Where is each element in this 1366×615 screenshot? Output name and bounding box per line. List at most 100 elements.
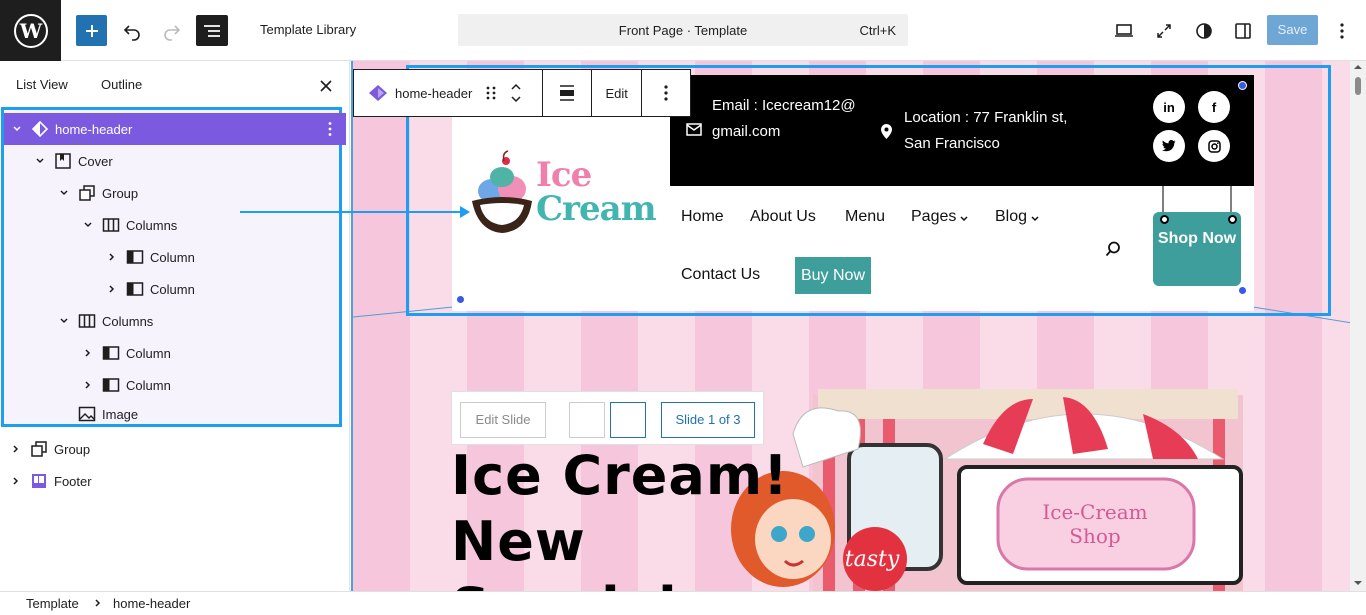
tree-item-label: Group <box>102 185 139 201</box>
command-palette-bar[interactable]: Front Page · Template Ctrl+K <box>458 14 908 46</box>
chevron-down-icon[interactable] <box>56 185 72 201</box>
hero-heading: Ice Cream! New Special <box>451 443 789 591</box>
align-button[interactable] <box>543 70 593 116</box>
add-block-button[interactable] <box>76 15 107 46</box>
linkedin-link[interactable]: in <box>1153 91 1185 123</box>
slide-counter[interactable]: Slide 1 of 3 <box>661 402 755 438</box>
ice-cream-bowl-icon <box>472 150 532 233</box>
template-library-title[interactable]: Template Library <box>260 22 356 37</box>
tree-item-group[interactable]: Group <box>0 433 346 465</box>
resize-handle[interactable] <box>1238 286 1247 295</box>
search-icon <box>1105 241 1120 257</box>
columns-icon <box>102 216 120 234</box>
twitter-link[interactable] <box>1153 130 1185 162</box>
search-button[interactable] <box>1105 241 1121 257</box>
envelope-icon <box>686 123 702 136</box>
styles-button[interactable] <box>1190 15 1218 46</box>
tab-list-view[interactable]: List View <box>16 77 68 92</box>
instagram-link[interactable] <box>1198 130 1230 162</box>
chevron-right-icon[interactable] <box>80 345 96 361</box>
tree-item-column[interactable]: Column <box>0 369 346 401</box>
previous-slide-button[interactable] <box>569 402 605 438</box>
close-icon <box>320 80 332 92</box>
chevron-down-icon[interactable] <box>56 313 72 329</box>
tree-item-footer[interactable]: Footer <box>0 465 346 497</box>
edit-template-part-button[interactable]: Edit <box>592 70 643 116</box>
fullscreen-button[interactable] <box>1150 15 1178 46</box>
tree-item-label: Group <box>54 441 91 457</box>
tree-item-label: Columns <box>126 217 178 233</box>
options-button[interactable] <box>1330 15 1354 46</box>
next-slide-button[interactable] <box>610 402 646 438</box>
scroll-up-icon[interactable] <box>1350 61 1366 73</box>
edit-slide-button[interactable]: Edit Slide <box>460 402 546 438</box>
cover-icon <box>54 152 72 170</box>
document-overview-button[interactable] <box>196 15 228 46</box>
nav-menu[interactable]: Menu <box>845 208 885 226</box>
save-button[interactable]: Save <box>1267 15 1318 45</box>
shop-sign-line2: Shop <box>1069 524 1120 548</box>
annotation-arrow <box>240 206 470 218</box>
tree-item-column[interactable]: Column <box>0 273 346 305</box>
settings-sidebar-button[interactable] <box>1229 15 1257 46</box>
close-list-view-button[interactable] <box>316 76 336 96</box>
connector-dot <box>1160 215 1169 224</box>
contact-location: Location : 77 Franklin st, San Francisco <box>904 109 1068 152</box>
tree-item-column[interactable]: Column <box>0 241 346 273</box>
chevron-right-icon[interactable] <box>8 441 24 457</box>
chevron-down-icon[interactable] <box>32 153 48 169</box>
plus-icon <box>85 24 98 37</box>
twitter-icon <box>1162 140 1176 152</box>
nav-home[interactable]: Home <box>681 208 724 226</box>
block-options-button[interactable] <box>642 70 690 116</box>
block-switcher[interactable]: home-header <box>354 70 544 116</box>
tree-item-image[interactable]: Image <box>0 401 346 427</box>
chevron-right-icon[interactable] <box>80 377 96 393</box>
scroll-down-icon[interactable] <box>1350 577 1366 589</box>
canvas-scrollbar[interactable] <box>1350 61 1366 591</box>
instagram-icon <box>1207 139 1221 153</box>
chevron-down-icon[interactable] <box>9 121 25 137</box>
nav-about-us[interactable]: About Us <box>750 208 816 226</box>
nav-blog[interactable]: Blog <box>995 208 1040 226</box>
facebook-link[interactable]: f <box>1198 91 1230 123</box>
undo-button[interactable] <box>118 15 146 46</box>
tree-item-columns[interactable]: Columns <box>0 305 346 337</box>
chevron-down-icon[interactable] <box>510 95 522 103</box>
chevron-down-icon[interactable] <box>80 217 96 233</box>
device-preview-button[interactable] <box>1110 15 1138 46</box>
site-logo[interactable]: Ice Cream <box>468 149 657 239</box>
chevron-right-icon[interactable] <box>104 249 120 265</box>
tree-item-home-header[interactable]: home-header <box>4 113 346 145</box>
chevron-up-icon[interactable] <box>510 83 522 91</box>
resize-handle[interactable] <box>456 295 465 304</box>
chevron-down-icon <box>960 215 968 221</box>
column-icon <box>126 248 144 266</box>
more-vertical-icon[interactable] <box>322 121 338 137</box>
tree-item-cover[interactable]: Cover <box>0 145 346 177</box>
tree-item-label: Column <box>150 249 195 265</box>
resize-handle[interactable] <box>1238 81 1247 90</box>
nav-contact-us[interactable]: Contact Us <box>681 266 760 284</box>
chevron-right-icon <box>95 599 101 607</box>
wordpress-logo-button[interactable]: W <box>0 0 61 61</box>
redo-button[interactable] <box>158 15 186 46</box>
buy-now-button[interactable]: Buy Now <box>795 257 871 294</box>
header-info-bar: Email : Icecream12@gmail.com Location : … <box>670 75 1254 186</box>
tree-item-label: Columns <box>102 313 154 329</box>
editor-canvas[interactable]: Ice Cream Email : Icecream12@gmail.com L… <box>351 61 1350 591</box>
drag-handle-icon[interactable] <box>486 85 496 101</box>
shop-sign-line1: Ice-Cream <box>1042 500 1147 524</box>
footer-icon <box>30 472 48 490</box>
breadcrumb-home-header[interactable]: home-header <box>113 596 190 611</box>
scroll-thumb[interactable] <box>1355 77 1361 95</box>
block-breadcrumb: Template home-header <box>0 591 1366 615</box>
contrast-icon <box>1196 22 1212 39</box>
editor-top-bar: W Template Library Front Page · Template… <box>0 0 1366 61</box>
tree-item-column[interactable]: Column <box>0 337 346 369</box>
chevron-right-icon[interactable] <box>8 473 24 489</box>
nav-pages[interactable]: Pages <box>911 208 969 226</box>
tab-outline[interactable]: Outline <box>101 77 142 92</box>
breadcrumb-template[interactable]: Template <box>26 596 79 611</box>
chevron-right-icon[interactable] <box>104 281 120 297</box>
